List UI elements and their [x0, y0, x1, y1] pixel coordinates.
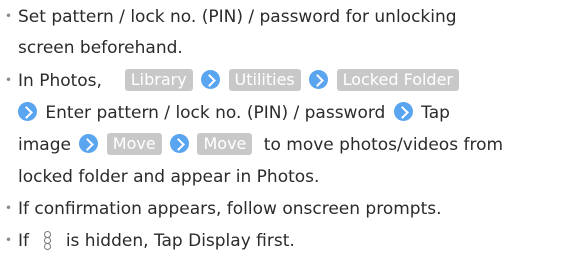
note-text: Enter pattern / lock no. (PIN) / passwor… — [45, 103, 386, 123]
note-text: If confirmation appears, follow onscreen… — [18, 199, 442, 219]
utilities-key: Utilities — [228, 69, 301, 91]
arrow-right-circle-icon — [309, 70, 329, 89]
arrow-right-circle-icon — [201, 70, 221, 89]
arrow-right-circle-icon — [393, 102, 413, 121]
note-text: locked folder and appear in Photos. — [18, 167, 320, 187]
note-text: In Photos, — [18, 71, 102, 91]
locked-folder-key: Locked Folder — [336, 69, 460, 91]
note-text-group: If is hidden, Tap Display first. — [18, 226, 295, 256]
note-text-group: In Photos, Library Utilities Locked Fold… — [18, 66, 460, 96]
note-text: to move photos/videos from — [263, 135, 504, 155]
arrow-right-circle-icon — [170, 134, 190, 153]
bullet: ・ — [0, 7, 17, 27]
note-text: Tap — [421, 103, 450, 123]
move-key: Move — [197, 133, 253, 155]
instruction-notes: ・ Set pattern / lock no. (PIN) / passwor… — [0, 0, 575, 267]
note-text: screen beforehand. — [18, 38, 183, 58]
arrow-right-circle-icon — [18, 102, 37, 121]
note-text: is hidden, Tap Display first. — [65, 231, 295, 251]
note-text-group: image Move Move to move photos/videos fr… — [18, 130, 503, 160]
note-text-group: Enter pattern / lock no. (PIN) / passwor… — [18, 98, 450, 128]
bullet: ・ — [0, 231, 17, 251]
bullet: ・ — [0, 71, 17, 91]
note-text: Set pattern / lock no. (PIN) / password … — [18, 7, 457, 27]
note-text: image — [18, 135, 71, 155]
more-vertical-icon — [40, 229, 54, 251]
note-text: If — [18, 231, 29, 251]
library-key: Library — [124, 69, 193, 91]
move-key: Move — [106, 133, 162, 155]
bullet: ・ — [0, 199, 17, 219]
arrow-right-circle-icon — [79, 134, 99, 153]
